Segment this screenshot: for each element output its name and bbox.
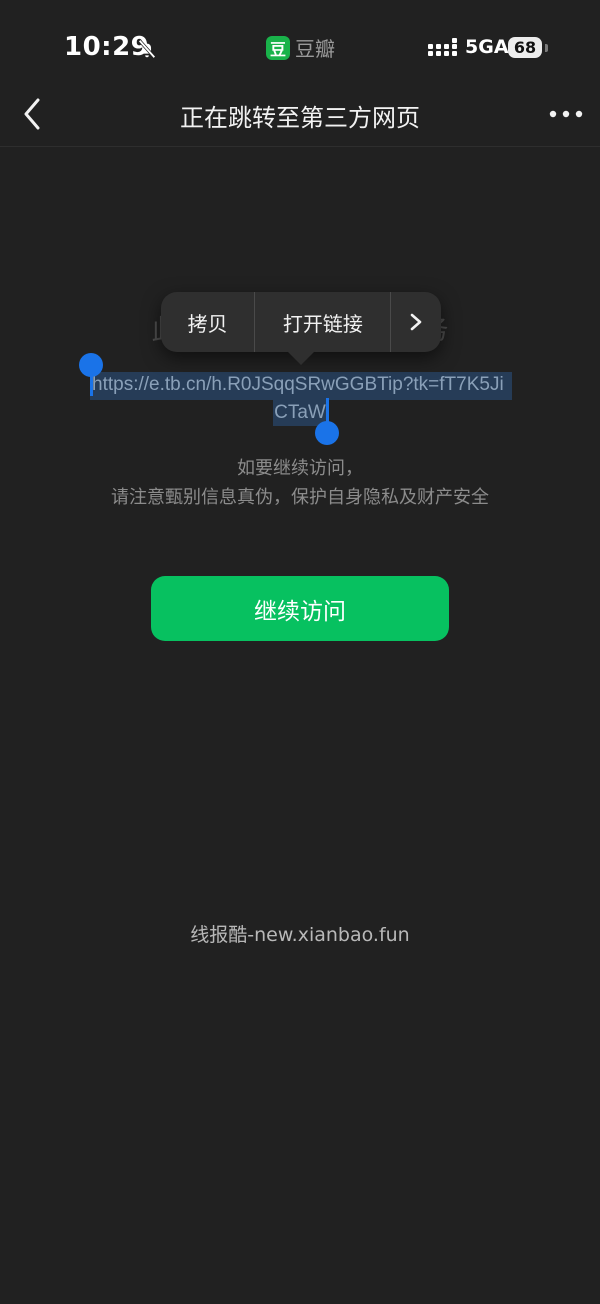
context-menu-pointer <box>287 351 315 365</box>
bell-muted-icon <box>138 39 156 59</box>
menu-copy-button[interactable]: 拷贝 <box>161 292 256 352</box>
selection-start-caret <box>90 374 93 396</box>
app-logo-icon: 豆 <box>266 35 290 60</box>
menu-more-button[interactable] <box>391 292 441 352</box>
battery-tip <box>545 44 548 52</box>
text-context-menu: 拷贝 打开链接 <box>161 292 441 352</box>
url-line-1: https://e.tb.cn/h.R0JSqqSRwGGBTip?tk=fT7… <box>90 372 512 400</box>
battery-icon: 68 <box>508 37 542 58</box>
source-watermark: 线报酷-new.xianbao.fun <box>190 924 410 946</box>
page-title: 正在跳转至第三方网页 <box>180 104 420 132</box>
menu-open-link-button[interactable]: 打开链接 <box>255 292 392 352</box>
notice-line-2: 请注意甄别信息真伪，保护自身隐私及财产安全 <box>111 487 489 508</box>
network-type: 5GA <box>465 36 509 58</box>
selection-start-handle[interactable] <box>79 353 103 377</box>
url-line-2: CTaW <box>273 400 327 426</box>
nav-bar: 正在跳转至第三方网页 <box>0 80 600 147</box>
app-indicator: 豆 豆瓣 <box>266 33 335 62</box>
selection-end-handle[interactable] <box>315 421 339 445</box>
notice-line-1: 如要继续访问， <box>237 458 363 479</box>
safety-notice: 如要继续访问， 请注意甄别信息真伪，保护自身隐私及财产安全 <box>0 454 600 512</box>
signal-icon <box>428 38 457 56</box>
app-name: 豆瓣 <box>295 37 335 61</box>
more-options-button[interactable] <box>546 102 586 126</box>
continue-visit-button[interactable]: 继续访问 <box>151 576 449 641</box>
chevron-right-icon <box>410 313 422 331</box>
